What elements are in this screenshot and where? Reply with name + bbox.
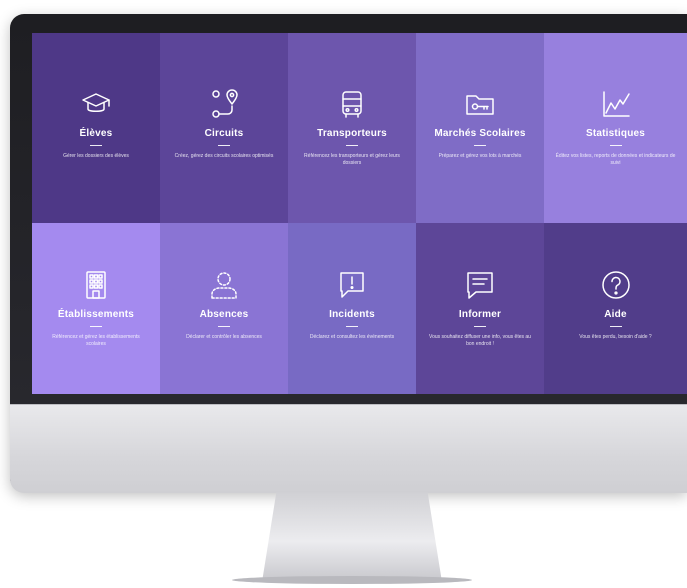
tile-statistiques[interactable]: Statistiques Éditez vos listes, reports … [544,33,687,223]
divider [90,326,102,327]
tile-circuits[interactable]: Circuits Créez, gérez des circuits scola… [160,33,288,223]
divider [474,326,486,327]
monitor-stand [262,492,442,582]
folder-key-icon [464,88,496,120]
divider [609,326,622,327]
bus-icon [336,88,368,120]
divider [346,145,358,146]
tile-etablissements[interactable]: Établissements Référencez et gérez les é… [32,223,160,394]
tile-description: Déclarer et contrôler les absences [186,334,262,340]
help-circle-icon [600,269,632,301]
tile-description: Vous êtes perdu, besoin d'aide ? [579,334,652,340]
tile-title: Informer [458,309,502,320]
person-dashed-icon [208,269,240,301]
tile-title: Transporteurs [317,128,387,139]
tile-informer[interactable]: Informer Vous souhaitez diffuser une inf… [416,223,544,394]
tile-title: Marchés Scolaires [434,128,526,139]
graduation-cap-icon [80,88,112,120]
dashboard-screen: Élèves Gérer les dossiers des élèves Cir… [32,33,687,394]
tile-description: Vous souhaitez diffuser une info, vous ê… [429,334,531,347]
tile-title: Établissements [57,309,135,320]
tile-title: Circuits [204,128,244,139]
tile-description: Préparez et gérez vos lots à marchés [438,153,522,159]
divider [609,145,622,146]
tile-title: Statistiques [585,128,646,139]
building-icon [80,269,112,301]
divider [90,145,102,146]
tile-transporteurs[interactable]: Transporteurs Référencez les transporteu… [288,33,416,223]
tile-absences[interactable]: Absences Déclarer et contrôler les absen… [160,223,288,394]
divider [218,145,230,146]
alert-bubble-icon [336,269,368,301]
tile-description: Gérer les dossiers des élèves [63,153,129,159]
tile-description: Éditez vos listes, reports de données et… [555,153,676,166]
tile-title: Aide [604,309,627,320]
message-icon [464,269,496,301]
tile-description: Référencez et gérez les établissements s… [52,334,140,347]
tile-title: Élèves [79,128,113,139]
monitor-chin [10,404,687,493]
route-pin-icon [208,88,240,120]
tile-incidents[interactable]: Incidents Déclarez et consultez les évén… [288,223,416,394]
tile-aide[interactable]: Aide Vous êtes perdu, besoin d'aide ? [544,223,687,394]
tile-description: Référencez les transporteurs et gérez le… [304,153,400,166]
divider [346,326,358,327]
tile-description: Déclarez et consultez les événements [309,334,395,340]
divider [218,326,230,327]
tile-description: Créez, gérez des circuits scolaires opti… [174,153,274,159]
tile-eleves[interactable]: Élèves Gérer les dossiers des élèves [32,33,160,223]
line-chart-icon [600,88,632,120]
divider [474,145,486,146]
tile-title: Absences [199,309,249,320]
tile-marches-scolaires[interactable]: Marchés Scolaires Préparez et gérez vos … [416,33,544,223]
stand-base [232,576,472,584]
tile-title: Incidents [329,309,375,320]
